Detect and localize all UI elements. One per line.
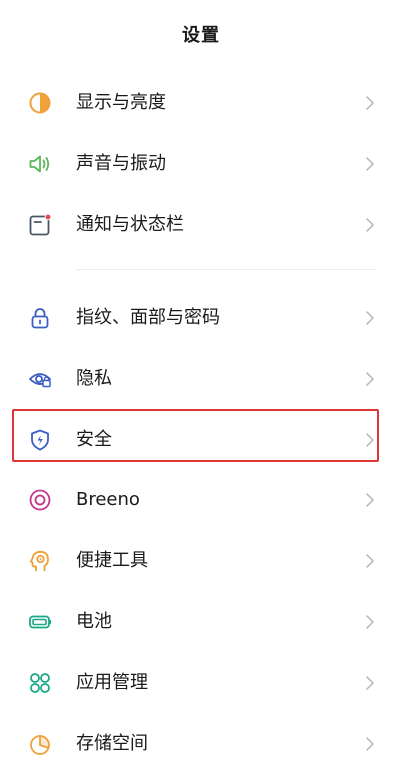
lock-icon [31,308,49,329]
settings-item-label: 显示与亮度 [76,92,166,113]
settings-item-fingerprint-face-password[interactable]: 指纹、面部与密码 [0,290,402,346]
settings-item-breeno[interactable]: Breeno [0,472,402,528]
page-title: 设置 [182,25,220,46]
settings-item-security[interactable]: 安全 [0,412,402,468]
chevron-right-icon [366,96,374,110]
settings-item-label: 安全 [76,429,112,450]
app-management-icon [30,673,50,693]
settings-item-label: 便捷工具 [76,550,148,571]
chevron-right-icon [366,157,374,171]
convenient-tools-icon [29,550,49,572]
settings-item-label: 通知与状态栏 [76,214,184,235]
breeno-icon [29,489,51,511]
chevron-right-icon [366,676,374,690]
settings-item-label: 应用管理 [76,672,148,693]
settings-item-label: 声音与振动 [76,153,166,174]
group-divider [76,269,376,270]
chevron-right-icon [366,218,374,232]
settings-item-label: 指纹、面部与密码 [76,307,220,328]
settings-item-sound-vibration[interactable]: 声音与振动 [0,136,402,192]
privacy-eye-icon [29,373,51,388]
chevron-right-icon [366,311,374,325]
settings-item-display-brightness[interactable]: 显示与亮度 [0,75,402,131]
chevron-right-icon [366,615,374,629]
notification-icon [29,213,52,236]
settings-item-app-management[interactable]: 应用管理 [0,655,402,711]
battery-icon [29,615,51,629]
storage-icon [30,735,50,755]
settings-item-storage[interactable]: 存储空间 [0,716,402,772]
settings-item-privacy[interactable]: 隐私 [0,351,402,407]
settings-item-label: 存储空间 [76,733,148,754]
chevron-right-icon [366,493,374,507]
chevron-right-icon [366,433,374,447]
settings-item-label: Breeno [76,489,140,510]
settings-item-convenient-tools[interactable]: 便捷工具 [0,533,402,589]
settings-item-battery[interactable]: 电池 [0,594,402,650]
chevron-right-icon [366,554,374,568]
display-brightness-icon [29,92,51,114]
settings-item-label: 电池 [76,611,112,632]
settings-item-label: 隐私 [76,368,112,389]
chevron-right-icon [366,737,374,751]
speaker-icon [29,155,50,173]
shield-icon [31,429,49,451]
chevron-right-icon [366,372,374,386]
settings-item-notifications-statusbar[interactable]: 通知与状态栏 [0,197,402,253]
